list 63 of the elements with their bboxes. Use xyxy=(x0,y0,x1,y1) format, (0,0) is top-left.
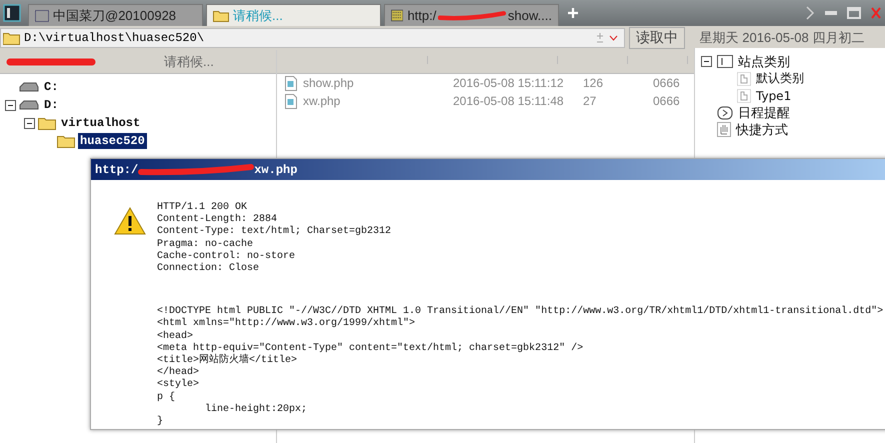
page-icon xyxy=(737,88,751,102)
tree-item[interactable]: 快捷方式 xyxy=(736,120,788,138)
table-cell-text: 2016-05-08 15:11:12 xyxy=(453,76,565,90)
panel-icon[interactable] xyxy=(3,4,21,22)
tree-item[interactable]: 日程提醒 xyxy=(738,104,790,122)
folder-icon xyxy=(213,9,229,22)
read-button[interactable]: 读取中 xyxy=(629,27,685,49)
code-line: <title>网站防火墙</title> xyxy=(157,355,298,366)
header-line: Content-Type: text/html; Charset=gb2312 xyxy=(157,226,392,238)
tab[interactable]: http:/ show.... xyxy=(384,4,559,26)
folder-icon xyxy=(38,116,56,130)
code-line: <meta http-equiv="Content-Type" content="text/html; charset=gbk2312" /> xyxy=(157,342,584,354)
code-line: </head> xyxy=(157,367,200,378)
header-line: Pragma: no-cache xyxy=(157,238,254,250)
code-line: <style> xyxy=(157,379,200,392)
code-line: <html xmlns="http://www.w3.org/1999/xhtml"> xyxy=(157,318,416,330)
header-line: Connection: Close xyxy=(157,263,260,276)
code-line: <head> xyxy=(157,330,194,343)
folder-icon xyxy=(57,134,75,148)
code-line: p { xyxy=(157,392,176,404)
drive-icon xyxy=(19,82,39,92)
maximize-icon[interactable] xyxy=(847,7,861,19)
file-icon xyxy=(285,94,297,108)
warning-icon xyxy=(113,206,147,236)
clock-icon xyxy=(717,106,733,120)
collapse-toggle[interactable] xyxy=(701,56,712,67)
panel-icon xyxy=(717,55,733,68)
code-line: <!DOCTYPE html PUBLIC "-//W3C//DTD XHTML 1.0 Transitional//EN" "http://www.w3.org/TR/xhtml1/DTD/xhtml1-transitional.dtd"> xyxy=(157,306,884,318)
drive-icon xyxy=(19,100,39,110)
tree-item[interactable]: huasec520 xyxy=(78,133,147,149)
tree-item[interactable]: virtualhost xyxy=(59,115,142,131)
status-text: 请稍候... xyxy=(164,52,214,70)
page-icon xyxy=(737,72,751,86)
folder-icon xyxy=(3,31,20,45)
window-icon xyxy=(35,10,49,22)
tree-item[interactable]: 默认类别 xyxy=(756,70,804,87)
table-cell: 0666 xyxy=(653,94,680,108)
code-line: line-height:20px; xyxy=(204,404,308,416)
redaction-scribble xyxy=(438,10,506,20)
table-cell: 0666 xyxy=(653,76,680,90)
file-name[interactable]: show.php xyxy=(297,76,453,90)
tab[interactable]: 中国菜刀@20100928 xyxy=(28,4,203,26)
chevron-right-icon[interactable] xyxy=(805,6,815,20)
file-icon xyxy=(285,76,297,90)
tree-item[interactable]: Type1 xyxy=(756,88,792,102)
tree-item[interactable]: C: xyxy=(42,79,60,95)
table-cell-text: 2016-05-08 15:11:48 xyxy=(453,94,565,108)
code-line: } xyxy=(157,416,164,428)
plus-icon[interactable] xyxy=(568,8,578,18)
table-cell-text: 27 xyxy=(583,94,598,108)
hand-icon xyxy=(717,122,731,137)
collapse-toggle[interactable] xyxy=(24,118,35,128)
date-label: 星期天 2016-05-08 四月初二 xyxy=(698,29,866,47)
path-field[interactable]: D:\virtualhost\huasec520\ xyxy=(0,28,625,48)
tree-item[interactable]: D: xyxy=(42,97,60,113)
dialog-title-bar: http:/ xw.php xyxy=(91,159,885,180)
header-line: Cache-control: no-store xyxy=(157,250,296,262)
table-cell-text: 126 xyxy=(583,76,604,90)
tree-item[interactable]: 站点类别 xyxy=(738,52,790,70)
collapse-toggle[interactable] xyxy=(5,100,16,110)
header-line: Content-Length: 2884 xyxy=(157,214,278,226)
header-line: HTTP/1.1 200 OK xyxy=(157,202,248,214)
file-name[interactable]: xw.php xyxy=(297,94,453,108)
